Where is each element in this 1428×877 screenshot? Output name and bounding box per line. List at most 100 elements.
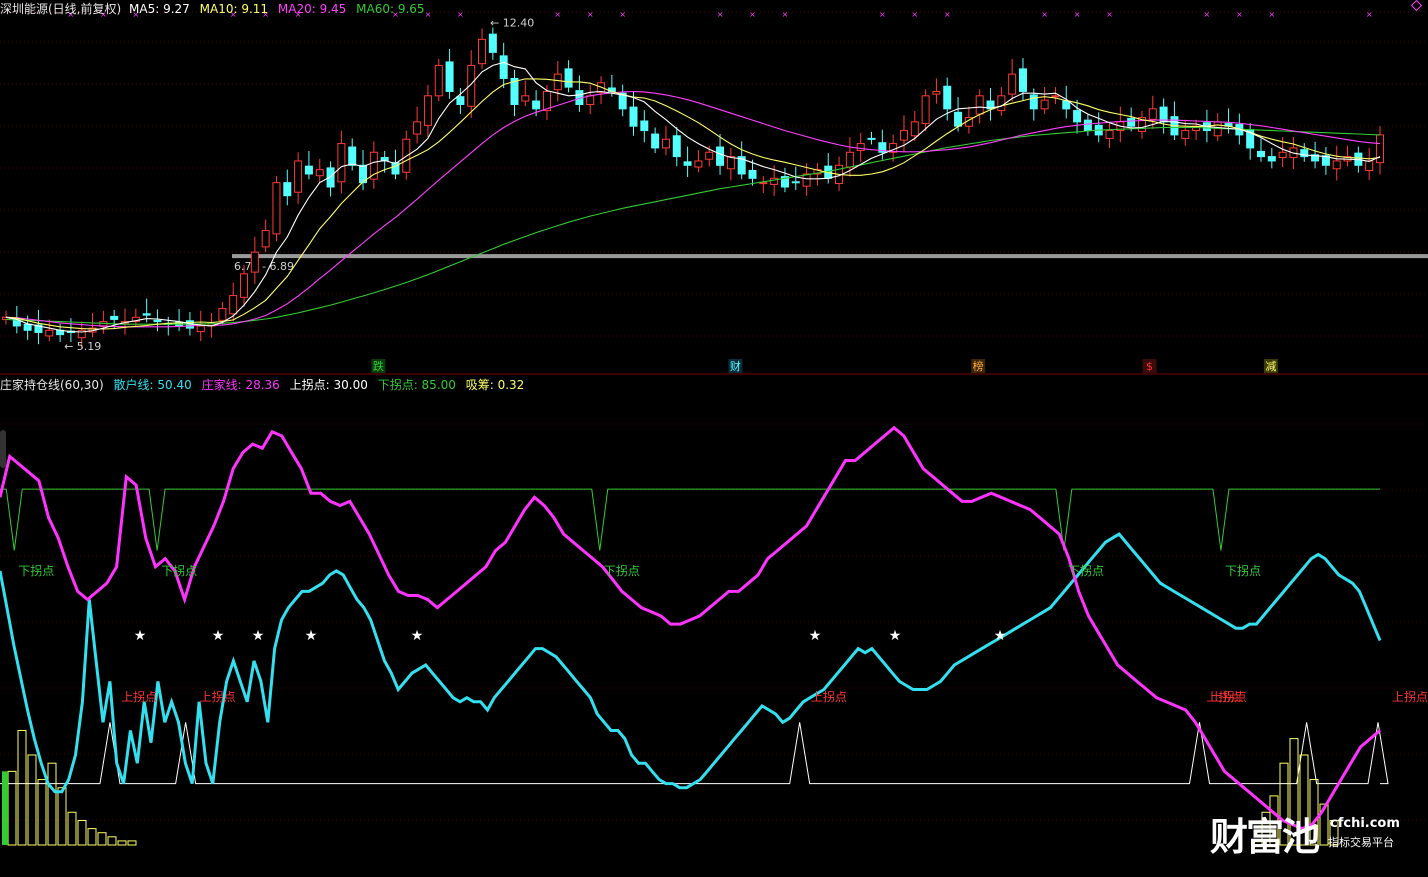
- top-marker: ×: [1074, 10, 1081, 19]
- absorb-bar-6: [67, 811, 77, 846]
- scroll-handle: [0, 430, 6, 468]
- candle-body: [240, 273, 249, 298]
- absorb-bar-11: [117, 840, 127, 846]
- ma60-readout: MA60: 9.65: [356, 2, 425, 16]
- up-turn-readout: 上拐点: 30.00: [289, 378, 368, 392]
- absorb-bar-4: [47, 762, 57, 846]
- candle-body: [1256, 150, 1265, 158]
- ma5-readout: MA5: 9.27: [129, 2, 190, 16]
- top-marker: ×: [1204, 10, 1211, 19]
- ma5-line: [5, 61, 1381, 333]
- candle-body: [369, 151, 378, 180]
- absorb-bar-green: [2, 771, 8, 845]
- candle-body: [1018, 68, 1027, 92]
- signal-label-1: 财: [730, 359, 741, 373]
- candle-body: [413, 121, 422, 135]
- watermark-site: cfchi.com: [1330, 816, 1400, 831]
- top-marker: ×: [457, 10, 464, 19]
- candle-body: [261, 229, 270, 248]
- candle-body: [1073, 110, 1082, 123]
- candle-body: [921, 95, 930, 125]
- candle-body: [867, 137, 876, 140]
- absorb-bar-12: [127, 840, 137, 846]
- price-header: 深圳能源(日线,前复权) MA5: 9.27 MA10: 9.11 MA20: …: [0, 0, 425, 17]
- candle-body: [564, 68, 573, 88]
- top-marker: ×: [782, 10, 789, 19]
- top-marker: ×: [587, 10, 594, 19]
- candle-body: [932, 90, 941, 95]
- candle-body: [694, 160, 703, 168]
- candle-body: [218, 308, 227, 321]
- candle-body: [1083, 119, 1092, 132]
- candle-body: [586, 95, 595, 105]
- candle-body: [1105, 130, 1114, 139]
- top-marker: ×: [911, 10, 918, 19]
- candle-body: [1029, 94, 1038, 110]
- stock-title: 深圳能源(日线,前复权): [0, 2, 122, 16]
- stock-chart: 6.78 - 6.89 ← 12.40 ← 5.19 × × × × × × × × × × × × × × × ×…: [0, 0, 1428, 846]
- signal-label-2: 榜: [973, 359, 984, 373]
- indicator-header: 庄家持仓线(60,30) 散户线: 50.40 庄家线: 28.36 上拐点: …: [0, 376, 524, 393]
- candle-body: [272, 182, 281, 235]
- candle-body: [229, 295, 238, 315]
- down-turn-label-0: 下拐点: [18, 563, 54, 578]
- candle-body: [153, 319, 162, 323]
- candle-body: [488, 33, 497, 53]
- absorb-bar-8: [87, 828, 97, 846]
- star-marker-1: ★: [212, 628, 225, 644]
- star-marker-2: ★: [252, 628, 265, 644]
- candle-body: [954, 111, 963, 127]
- star-marker-4: ★: [411, 628, 424, 644]
- candle-body: [478, 38, 487, 65]
- candle-body: [716, 146, 725, 166]
- candle-body: [1267, 156, 1276, 162]
- candle-body: [294, 160, 303, 193]
- absorb-bar-9: [97, 832, 107, 846]
- candle-body: [1008, 73, 1017, 95]
- candle-body: [1278, 151, 1287, 158]
- candle-body: [304, 165, 313, 175]
- up-turn-label-2: 上拐点: [811, 689, 847, 704]
- top-marker: ×: [554, 10, 561, 19]
- signal-label-3: $: [1146, 360, 1153, 373]
- candle-body: [759, 182, 768, 185]
- up-turn-label-0: 上拐点: [121, 689, 157, 704]
- watermark-slogan: 指标交易平台: [1328, 836, 1394, 849]
- signal-label-4: 减: [1265, 360, 1276, 373]
- low-price-label: ← 5.19: [64, 340, 101, 353]
- candle-body: [1365, 160, 1374, 172]
- top-marker: ×: [425, 10, 432, 19]
- candle-body: [640, 120, 649, 132]
- candle-body: [196, 325, 205, 333]
- candle-body: [1040, 99, 1049, 110]
- top-marker: ×: [1366, 10, 1373, 19]
- ma20-readout: MA20: 9.45: [277, 2, 347, 16]
- ma10-readout: MA10: 9.11: [199, 2, 269, 16]
- up-turn-label-1: 上拐点: [200, 689, 236, 704]
- star-marker-0: ★: [134, 628, 147, 644]
- down-turn-label-3: 下拐点: [1068, 563, 1104, 578]
- star-marker-5: ★: [809, 628, 822, 644]
- star-marker-7: ★: [994, 628, 1007, 644]
- up-turn-label-5: 上拐点: [1392, 689, 1428, 704]
- candle-body: [802, 173, 811, 187]
- down-turn-readout: 下拐点: 85.00: [377, 378, 456, 392]
- candle-body: [1181, 130, 1190, 139]
- top-marker: ×: [619, 10, 626, 19]
- top-marker: ×: [1268, 10, 1275, 19]
- candle-body: [899, 130, 908, 141]
- absorb-bar-5: [57, 787, 67, 846]
- candle-body: [856, 143, 865, 152]
- candle-body: [1332, 160, 1341, 170]
- absorb-bar-1: [17, 729, 27, 846]
- absorb-readout: 吸筹: 0.32: [465, 378, 525, 392]
- candle-body: [661, 138, 670, 149]
- candle-body: [791, 181, 800, 184]
- candle-body: [423, 95, 432, 126]
- top-marker: ×: [944, 10, 951, 19]
- candle-body: [142, 313, 151, 316]
- candle-body: [845, 151, 854, 168]
- top-marker: ×: [879, 10, 886, 19]
- absorb-bar-3: [37, 779, 47, 846]
- watermark-brand: 财富池: [1210, 815, 1320, 859]
